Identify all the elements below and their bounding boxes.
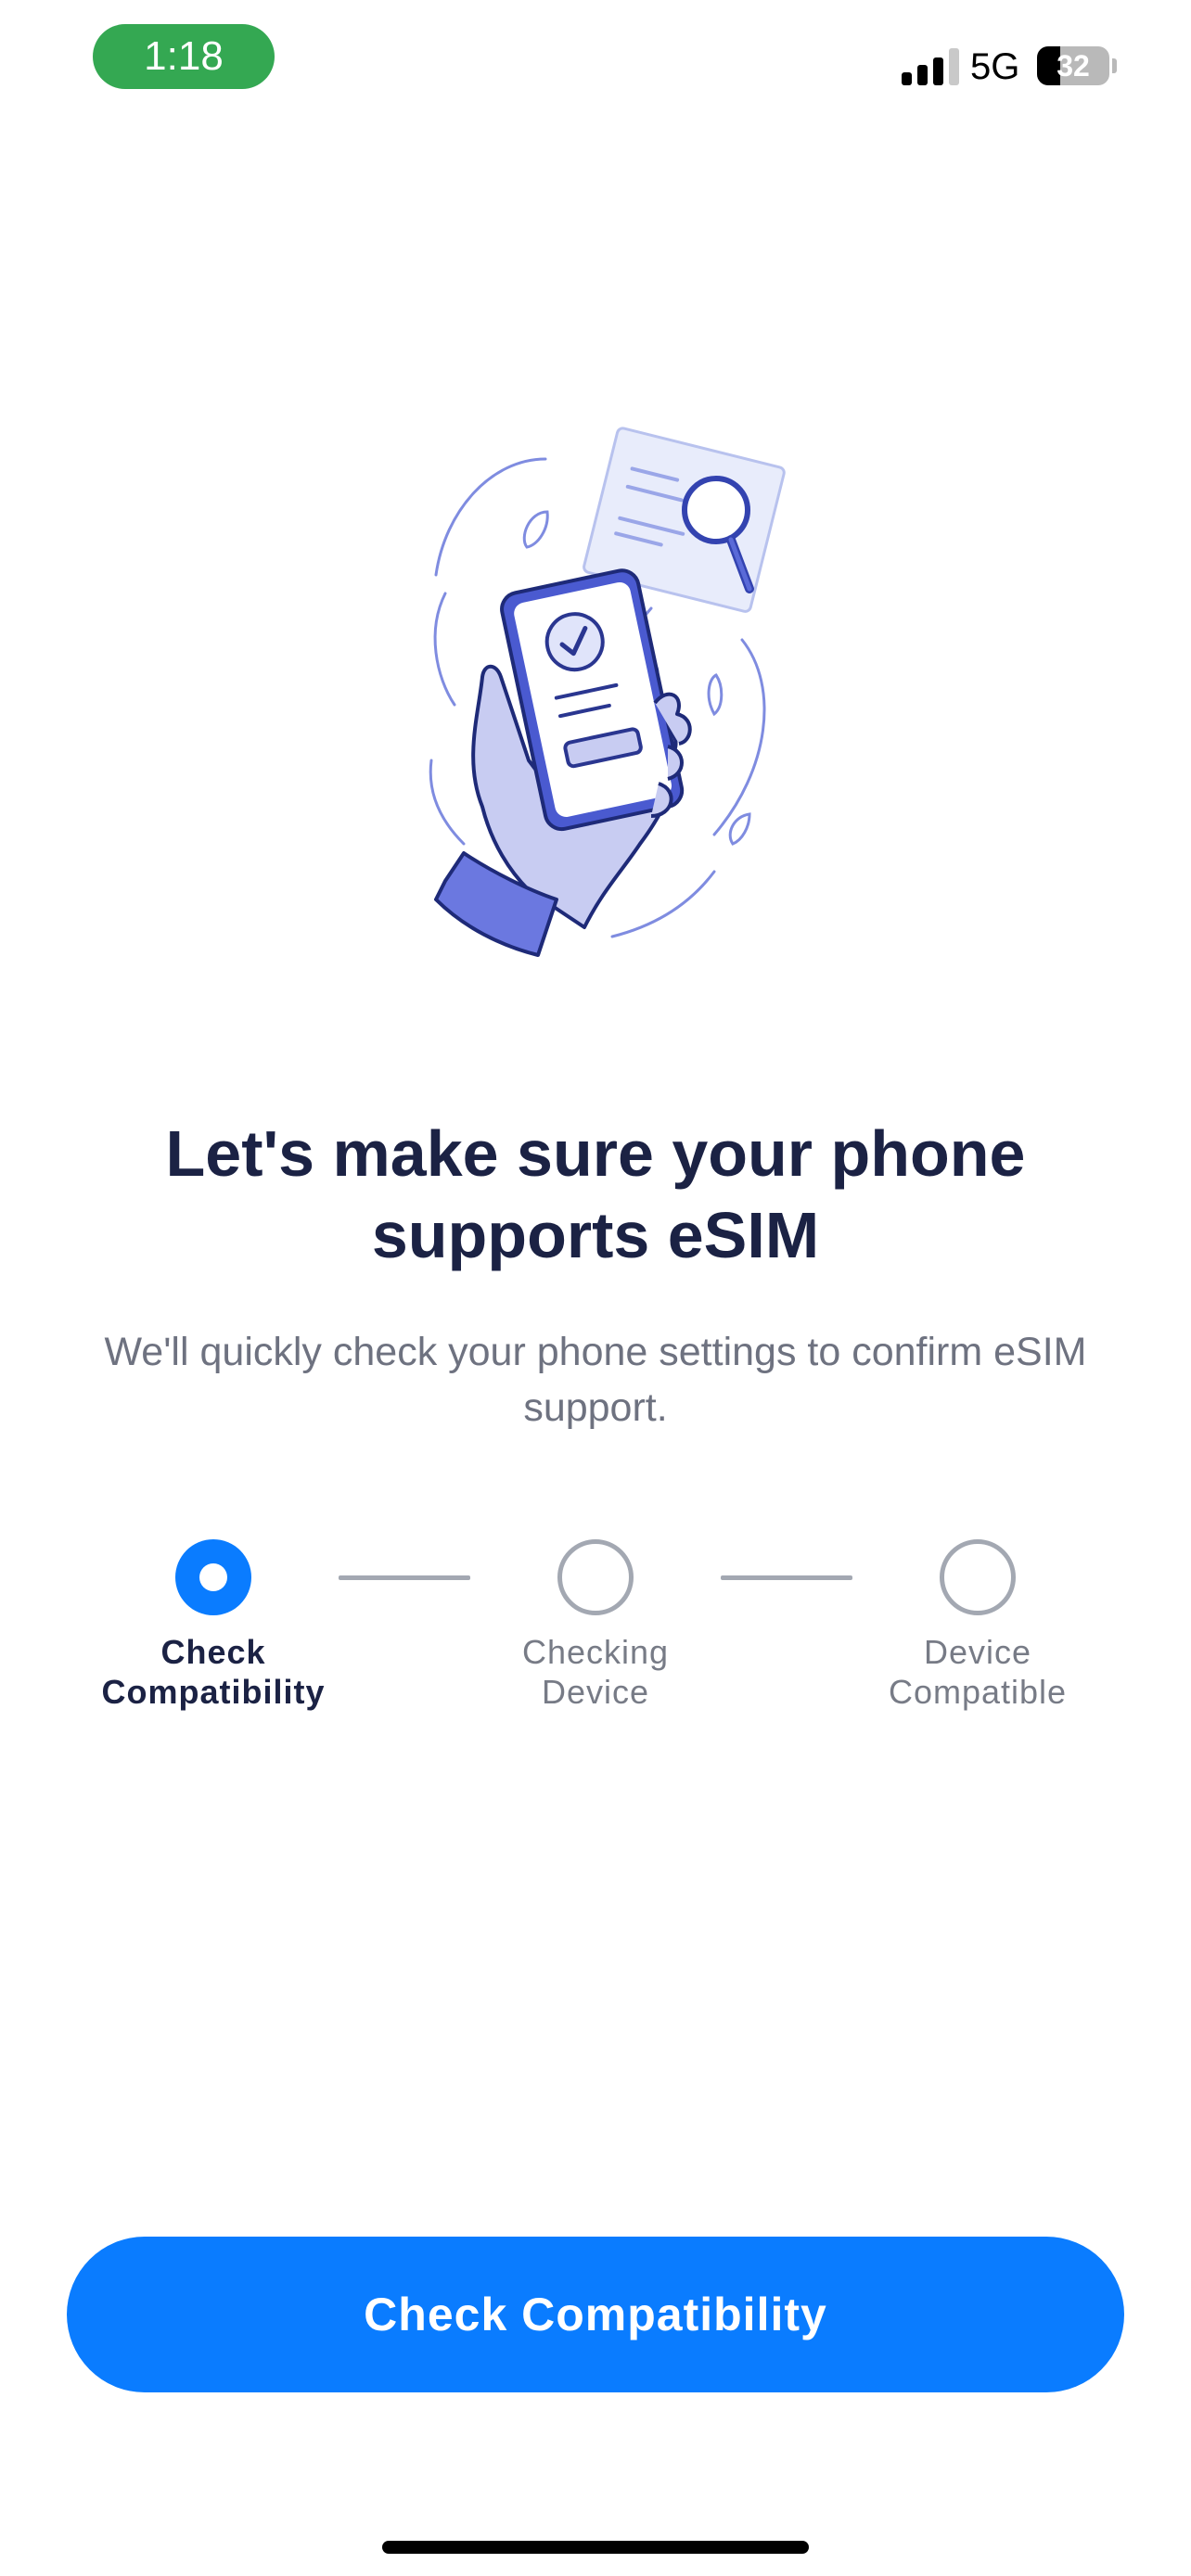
battery-icon: 32 [1037,46,1109,85]
home-indicator[interactable] [382,2541,809,2554]
progress-stepper: Check Compatibility Checking Device Devi… [0,1539,1191,1743]
step-checking-device: Checking Device [456,1539,735,1712]
cellular-signal-icon [902,48,959,85]
step-pending-icon [557,1539,634,1615]
step-device-compatible: Device Compatible [839,1539,1117,1712]
network-type: 5G [970,46,1020,87]
step-check-compatibility: Check Compatibility [74,1539,352,1712]
page-title: Let's make sure your phone supports eSIM [165,1117,1026,1271]
battery-tip [1112,58,1117,73]
page-subtitle: We'll quickly check your phone settings … [104,1330,1087,1430]
hand-holding-phone-illustration [429,427,786,957]
step-pending-icon [940,1539,1016,1615]
status-bar: 1:18 5G 32 [0,0,1191,121]
step-connector [721,1575,852,1580]
step-label: Device Compatible [888,1633,1068,1711]
step-label: Checking Device [521,1633,670,1711]
battery-percent: 32 [1057,49,1090,83]
step-label: Check Compatibility [101,1633,326,1711]
status-time[interactable]: 1:18 [93,24,275,89]
step-active-icon [175,1539,251,1615]
step-connector [339,1575,470,1580]
check-compatibility-button[interactable]: Check Compatibility [67,2237,1124,2392]
